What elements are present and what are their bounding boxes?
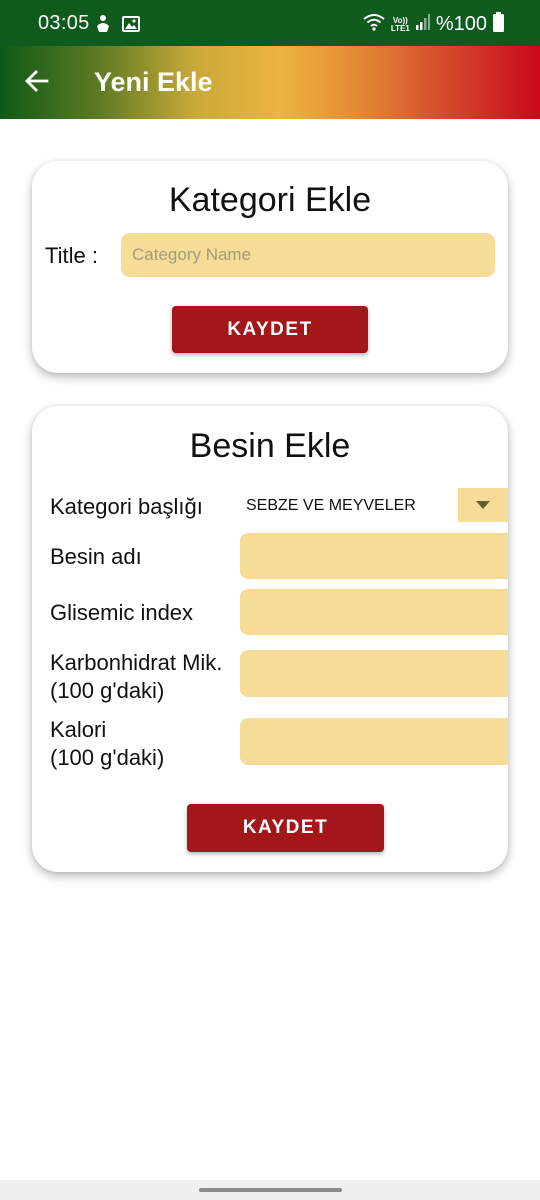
image-icon (122, 15, 140, 38)
hand-icon (94, 14, 112, 39)
status-left-icons (94, 14, 140, 39)
status-right-icons: Vo)) LTE1 %100 (363, 12, 504, 37)
calorie-label-line2: (100 g'daki) (50, 745, 165, 770)
food-save-button[interactable]: KAYDET (187, 804, 384, 852)
category-name-input[interactable] (121, 233, 495, 277)
glycemic-index-label: Glisemic index (50, 600, 194, 625)
calorie-input[interactable] (240, 718, 508, 765)
app-bar: Yeni Ekle (0, 46, 540, 119)
food-card-title: Besin Ekle (189, 427, 351, 465)
food-card: Besin Ekle Kategori başlığı SEBZE VE MEY… (32, 406, 508, 872)
dropdown-arrow-button[interactable] (458, 488, 508, 522)
food-name-input[interactable] (240, 533, 508, 579)
navigation-bar (0, 1180, 540, 1200)
wifi-icon (363, 13, 385, 36)
carbohydrate-label-line1: Karbonhidrat Mik. (50, 650, 223, 675)
arrow-left-icon (25, 69, 49, 97)
carbohydrate-input[interactable] (240, 650, 508, 697)
status-time: 03:05 (38, 12, 90, 34)
category-title-label: Title : (45, 243, 98, 268)
signal-icon (415, 14, 430, 35)
calorie-label: Kalori (100 g'daki) (50, 716, 164, 772)
category-save-button[interactable]: KAYDET (172, 306, 368, 353)
category-card-title: Kategori Ekle (168, 181, 372, 219)
food-name-label: Besin adı (50, 544, 142, 569)
category-card: Kategori Ekle Title : KAYDET (32, 161, 508, 373)
calorie-label-line1: Kalori (50, 717, 107, 742)
dropdown-arrow-icon (476, 496, 490, 514)
carbohydrate-label: Karbonhidrat Mik. (100 g'daki) (50, 649, 222, 705)
app-title: Yeni Ekle (94, 67, 213, 97)
category-select[interactable]: SEBZE VE MEYVELER (240, 488, 508, 524)
home-indicator[interactable] (199, 1188, 342, 1192)
status-bar: 03:05 Vo)) LTE1 %100 (0, 0, 540, 46)
category-select-label: Kategori başlığı (50, 494, 203, 519)
glycemic-index-input[interactable] (240, 589, 508, 635)
carbohydrate-label-line2: (100 g'daki) (50, 678, 165, 703)
battery-icon (493, 12, 504, 37)
battery-percent: %100 (435, 13, 487, 35)
back-button[interactable] (22, 68, 52, 98)
category-select-value: SEBZE VE MEYVELER (246, 497, 416, 514)
network-label: Vo)) LTE1 (390, 15, 410, 33)
screen: 03:05 Vo)) LTE1 %100 Yeni Ekle Kategori … (0, 0, 540, 1200)
